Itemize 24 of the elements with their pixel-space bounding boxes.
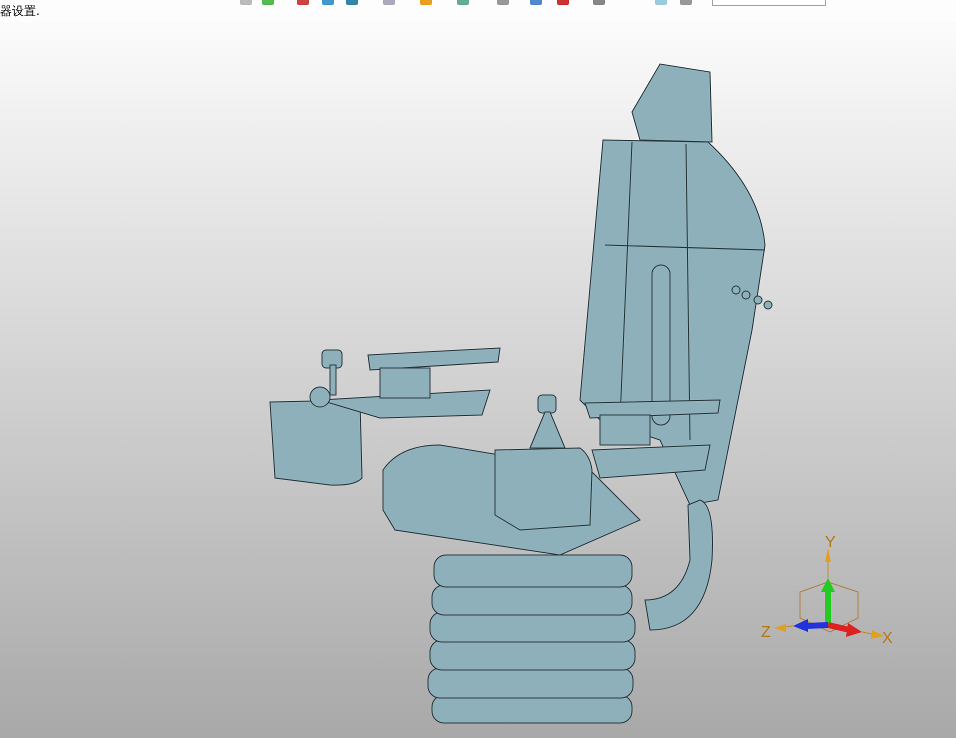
toolbar-icon[interactable]: [593, 0, 605, 5]
z-axis-arrow-icon[interactable]: [774, 619, 828, 632]
toolbar-icon[interactable]: [530, 0, 542, 5]
axis-label: Z: [761, 624, 771, 641]
toolbar-icon[interactable]: [262, 0, 274, 5]
toolbar-icon[interactable]: [420, 0, 432, 5]
axis-label: X: [882, 630, 893, 647]
toolbar-icon[interactable]: [457, 0, 469, 5]
toolbar-icon[interactable]: [240, 0, 252, 5]
axis-label: Y: [825, 534, 836, 551]
toolbar-icon[interactable]: [680, 0, 692, 5]
toolbar-icon[interactable]: [557, 0, 569, 5]
toolbar-icon[interactable]: [497, 0, 509, 5]
y-axis-arrow-icon[interactable]: [821, 548, 835, 625]
toolbar-icon[interactable]: [346, 0, 358, 5]
status-text: 器设置.: [0, 3, 40, 19]
axis-frame-drawing: [800, 581, 858, 633]
toolbar-icon[interactable]: [383, 0, 395, 5]
toolbar-icon[interactable]: [655, 0, 667, 5]
graphics-viewport[interactable]: Y Z X: [0, 22, 956, 738]
toolbar-icon[interactable]: [297, 0, 309, 5]
x-axis-arrow-icon[interactable]: [827, 622, 884, 639]
toolbar-icon[interactable]: [322, 0, 334, 5]
dropdown-field[interactable]: [712, 0, 826, 6]
